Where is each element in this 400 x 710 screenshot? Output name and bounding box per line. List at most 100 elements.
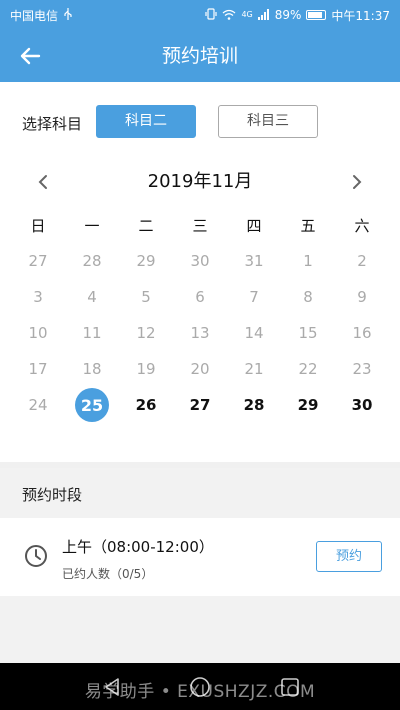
- calendar-day-number: 22: [298, 360, 318, 378]
- calendar-day-number: 8: [303, 288, 313, 306]
- calendar-day: 2: [335, 243, 389, 279]
- nav-recent-icon[interactable]: [278, 675, 302, 699]
- calendar-day-number: 24: [28, 396, 48, 414]
- calendar-week-row: 10 11 12 13 14 15 16: [11, 315, 389, 351]
- calendar-day-number: 6: [195, 288, 205, 306]
- weekday-wed: 三: [192, 217, 208, 235]
- calendar-day: 10: [11, 315, 65, 351]
- status-right: 4G 89% 中午11:37: [205, 7, 390, 24]
- calendar-day: 8: [281, 279, 335, 315]
- calendar-day-number: 1: [303, 252, 313, 270]
- calendar-day-number: 14: [244, 324, 264, 342]
- calendar-day-number: 26: [135, 396, 157, 414]
- calendar-day: 3: [11, 279, 65, 315]
- calendar-day-number: 15: [298, 324, 318, 342]
- calendar-day-number: 19: [136, 360, 156, 378]
- calendar-day: 11: [65, 315, 119, 351]
- calendar-day: 17: [11, 351, 65, 387]
- status-left: 中国电信: [10, 7, 73, 24]
- calendar-week-row: 27 28 29 30 31 1 2: [11, 243, 389, 279]
- calendar-day: 1: [281, 243, 335, 279]
- calendar-day-number: 13: [190, 324, 210, 342]
- calendar-day: 29: [119, 243, 173, 279]
- weekday-fri: 五: [300, 217, 316, 235]
- system-nav-bar: [0, 663, 400, 710]
- slots-title: 预约时段: [22, 486, 83, 504]
- wifi-icon: [222, 9, 236, 22]
- nav-back-icon[interactable]: [100, 675, 124, 699]
- network-type-label: 4G: [241, 10, 253, 19]
- empty-area: [0, 596, 400, 663]
- calendar-day: 15: [281, 315, 335, 351]
- slot-count: 已约人数（0/5）: [62, 567, 154, 581]
- calendar-day: 23: [335, 351, 389, 387]
- weekday-sun: 日: [30, 217, 46, 235]
- calendar-day-number: 30: [190, 252, 210, 270]
- calendar-day: 5: [119, 279, 173, 315]
- calendar-day: 31: [227, 243, 281, 279]
- calendar-day: 16: [335, 315, 389, 351]
- calendar-day-number: 16: [352, 324, 372, 342]
- page-title: 预约培训: [161, 45, 238, 67]
- weekday-sat: 六: [354, 217, 370, 235]
- calendar-day: 30: [173, 243, 227, 279]
- calendar-day: 21: [227, 351, 281, 387]
- calendar-month-title: 2019年11月: [147, 171, 253, 192]
- calendar-day[interactable]: 27: [173, 387, 227, 423]
- calendar-day-number: 17: [28, 360, 48, 378]
- calendar-day: 12: [119, 315, 173, 351]
- calendar-day: 20: [173, 351, 227, 387]
- calendar-day: 4: [65, 279, 119, 315]
- vibrate-icon: [205, 8, 218, 22]
- calendar-day-number: 25: [75, 388, 109, 422]
- chevron-right-icon: [353, 175, 362, 189]
- calendar-day: 13: [173, 315, 227, 351]
- calendar-day[interactable]: 26: [119, 387, 173, 423]
- calendar-grid: 27 28 29 30 31 1 2 3 4 5 6 7 8 9 10 11 12 13 14 15 16 17 18 19 2…: [11, 243, 389, 423]
- calendar-day: 27: [11, 243, 65, 279]
- calendar-day-number: 31: [244, 252, 264, 270]
- calendar-week-row: 17 18 19 20 21 22 23: [11, 351, 389, 387]
- signal-icon: [257, 8, 270, 22]
- app-header: 预约培训: [0, 30, 400, 82]
- calendar-day: 24: [11, 387, 65, 423]
- calendar-day-number: 29: [297, 396, 319, 414]
- calendar-day[interactable]: 30: [335, 387, 389, 423]
- slot-row: 上午（08:00-12:00） 已约人数（0/5） 预约: [0, 518, 400, 596]
- usb-icon: [63, 8, 73, 22]
- calendar-day: 6: [173, 279, 227, 315]
- calendar-day[interactable]: 29: [281, 387, 335, 423]
- subject-option-3[interactable]: 科目三: [218, 105, 318, 138]
- calendar-day-number: 3: [33, 288, 43, 306]
- calendar-day: 19: [119, 351, 173, 387]
- calendar-day-number: 28: [82, 252, 102, 270]
- nav-home-icon[interactable]: [188, 675, 212, 699]
- calendar-week-row: 3 4 5 6 7 8 9: [11, 279, 389, 315]
- calendar-day-number: 5: [141, 288, 151, 306]
- carrier-name: 中国电信: [10, 8, 59, 23]
- calendar-day: 22: [281, 351, 335, 387]
- clock-icon: [25, 545, 47, 567]
- calendar-day-number: 10: [28, 324, 48, 342]
- battery-icon: [306, 10, 327, 20]
- calendar-day-number: 27: [189, 396, 211, 414]
- slot-time: 上午（08:00-12:00）: [62, 538, 214, 556]
- calendar-day-number: 7: [249, 288, 259, 306]
- calendar-day-number: 20: [190, 360, 210, 378]
- subject-option-2[interactable]: 科目二: [96, 105, 196, 138]
- calendar-day: 9: [335, 279, 389, 315]
- calendar-day-selected[interactable]: 25: [65, 387, 119, 423]
- calendar-day-number: 23: [352, 360, 372, 378]
- slots-section-header: 预约时段: [0, 468, 400, 518]
- calendar-day-number: 11: [82, 324, 102, 342]
- next-month-button[interactable]: [342, 167, 372, 197]
- calendar-day-number: 30: [351, 396, 373, 414]
- calendar-day: 18: [65, 351, 119, 387]
- subject-label: 选择科目: [22, 115, 83, 133]
- calendar-day: 28: [65, 243, 119, 279]
- calendar-day-number: 28: [243, 396, 265, 414]
- subject-selector: 选择科目 科目二 科目三: [0, 82, 400, 162]
- calendar-day-number: 12: [136, 324, 156, 342]
- book-button[interactable]: 预约: [316, 541, 382, 572]
- calendar-day[interactable]: 28: [227, 387, 281, 423]
